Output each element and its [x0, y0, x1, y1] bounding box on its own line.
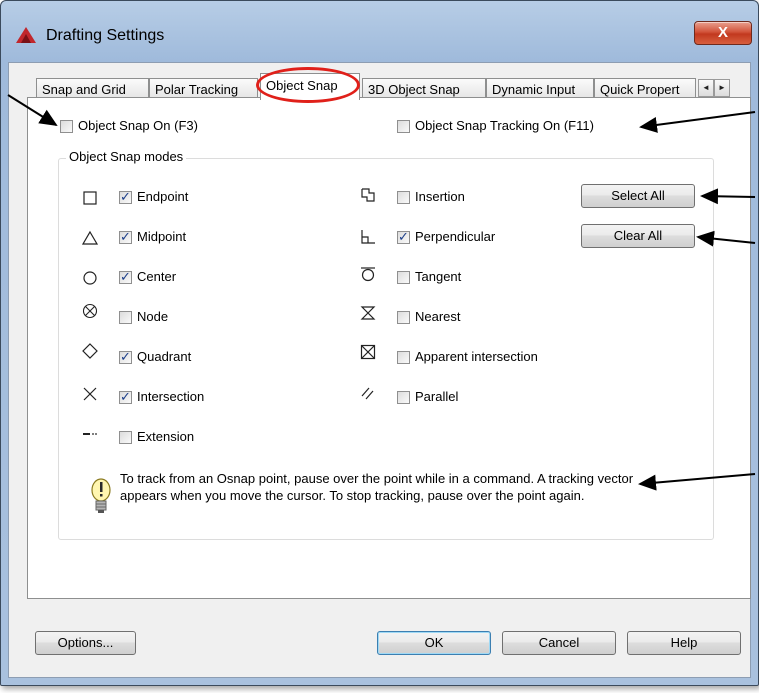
arrow-object-snap-on: [7, 94, 58, 127]
arrow-select-all: [700, 188, 756, 205]
arrow-tracking-on: [639, 111, 756, 133]
annotation-arrows: [7, 94, 756, 491]
arrow-tip: [638, 473, 756, 491]
arrow-clear-all: [696, 230, 756, 247]
